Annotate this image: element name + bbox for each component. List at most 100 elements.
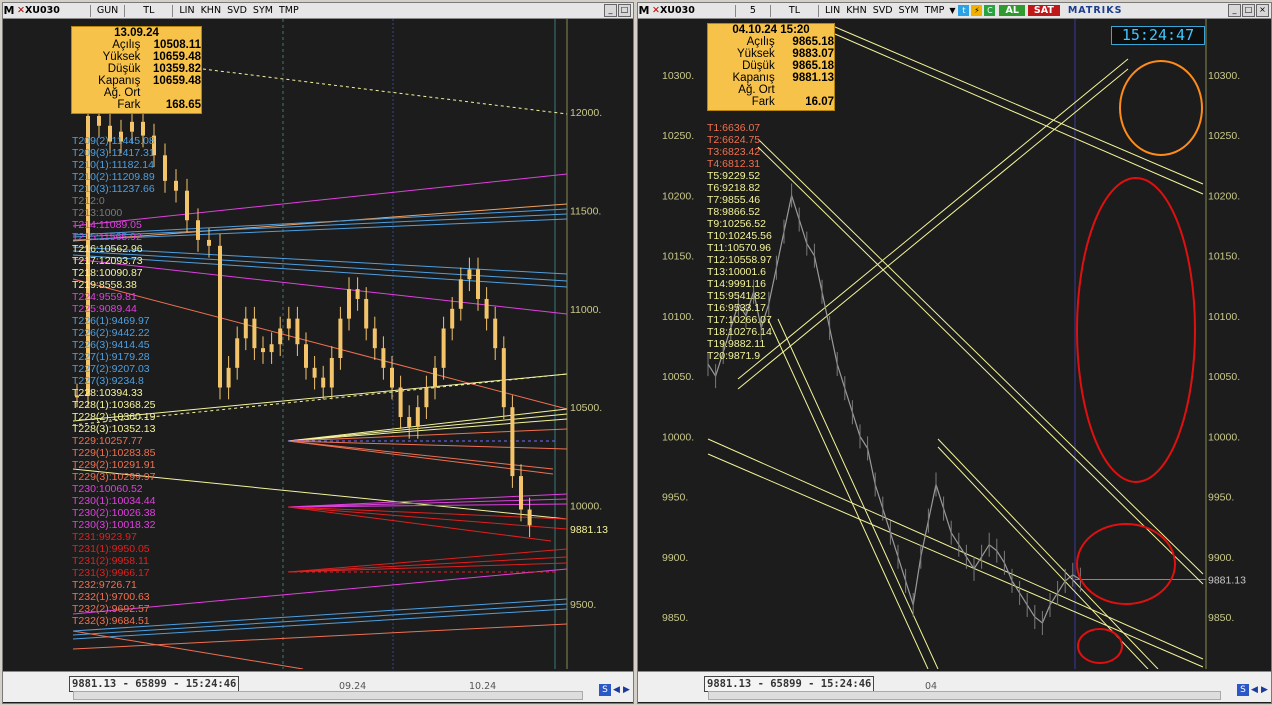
candle-body [390, 367, 394, 388]
svd-button[interactable]: SVD [870, 5, 896, 16]
info-row: Düşük 9865.18 [708, 60, 834, 72]
info-row: Kapanış 10659.48 [72, 75, 201, 87]
level-label: T213:1000 [72, 207, 123, 219]
time-scrollbar[interactable] [73, 691, 583, 700]
price-axis-label: 12000. [570, 107, 602, 119]
time-scrollbar[interactable] [708, 691, 1221, 700]
currency-button[interactable]: TL [140, 5, 157, 16]
level-label: T6:9218.82 [707, 182, 761, 194]
level-label: T228(3):10352.13 [72, 423, 156, 435]
price-axis-label: 10300. [1208, 70, 1240, 82]
red-ellipse [1076, 177, 1196, 483]
level-label: T3:6823.42 [707, 146, 761, 158]
sym-button[interactable]: SYM [896, 5, 922, 16]
khn-button[interactable]: KHN [198, 5, 224, 16]
reload-icon[interactable]: C [984, 5, 996, 16]
price-axis-label: 10200. [662, 190, 694, 202]
lin-button[interactable]: LIN [176, 5, 197, 16]
price-axis-label: 10150. [662, 251, 694, 263]
left-chart-area[interactable]: 12000. 11500. 11000. 10500. 10000. 9500. 9881.… [3, 19, 633, 669]
right-chart-area[interactable]: 10300. 10300. 10250. 10250. 10200. 10200. 1015… [638, 19, 1271, 669]
level-label: T228(2):10360.19 [72, 411, 156, 423]
menu-m-button[interactable]: M [638, 4, 650, 17]
candle-body [510, 407, 515, 477]
candle-body [450, 308, 455, 329]
level-label: T4:6812.31 [707, 158, 761, 170]
level-label: T229(1):10283.85 [72, 447, 156, 459]
candle-body [174, 180, 178, 191]
trend-line [827, 23, 1204, 185]
price-axis-label: 10250. [662, 130, 694, 142]
info-value: 168.65 [165, 99, 201, 111]
lightning-icon[interactable]: ⚡ [971, 5, 983, 16]
trend-line [937, 438, 1159, 669]
candle-body [433, 367, 437, 388]
currency-button[interactable]: TL [786, 5, 803, 16]
sym-button[interactable]: SYM [250, 5, 276, 16]
trend-line [707, 438, 1204, 660]
right-ohlc-info-box: 04.10.24 15:20 Açılış 9865.18 Yüksek 9883.0… [707, 23, 835, 111]
level-label: T210(2):11209.89 [72, 171, 155, 183]
period-button[interactable]: 5 [747, 5, 759, 16]
svd-button[interactable]: SVD [224, 5, 250, 16]
twitter-icon[interactable]: t [958, 5, 970, 16]
toolbar-divider [89, 4, 91, 17]
brand-logo: MATRIKS [1067, 5, 1123, 16]
level-label: T217:12093.73 [72, 255, 143, 267]
menu-m-button[interactable]: M [3, 4, 15, 17]
toolbar-divider [769, 4, 771, 17]
info-row: Fark 168.65 [72, 99, 201, 111]
symbol-selector[interactable]: ✕XU030 [17, 5, 60, 16]
candle-body [364, 298, 369, 329]
candle-body [130, 121, 134, 132]
info-row: Düşük 10359.82 [72, 63, 201, 75]
info-value: 9865.18 [792, 36, 834, 48]
refresh-icon[interactable]: S [599, 684, 611, 696]
buy-button[interactable]: AL [999, 5, 1025, 16]
refresh-icon[interactable]: S [1237, 684, 1249, 696]
info-row: Yüksek 9883.07 [708, 48, 834, 60]
tmp-button[interactable]: TMP [276, 5, 302, 16]
candle-body [286, 318, 291, 329]
toolbar-divider [734, 4, 736, 17]
minimize-icon[interactable]: _ [604, 4, 617, 17]
info-label: Fark [117, 99, 141, 111]
khn-button[interactable]: KHN [843, 5, 869, 16]
maximize-icon[interactable]: □ [618, 4, 631, 17]
sell-button[interactable]: SAT [1027, 5, 1060, 16]
tmp-button[interactable]: TMP [922, 5, 948, 16]
trend-line [287, 418, 568, 442]
scroll-right-icon[interactable]: ▶ [623, 684, 631, 696]
level-label: T219:8558.38 [72, 279, 137, 291]
minimize-icon[interactable]: _ [1228, 4, 1241, 17]
level-label: T227(2):9207.03 [72, 363, 150, 375]
level-label: T232(3):9684.51 [72, 615, 150, 627]
price-axis-label: 9950. [662, 492, 688, 504]
candle-body [484, 298, 489, 319]
period-button[interactable]: GUN [94, 5, 121, 16]
lin-button[interactable]: LIN [822, 5, 843, 16]
level-label: T214:11089.05 [72, 219, 142, 231]
scroll-left-icon[interactable]: ◀ [613, 684, 621, 696]
candle-body [424, 387, 429, 408]
dropdown-icon[interactable]: ▼ [949, 6, 955, 15]
left-ohlc-info-box: 13.09.24 Açılış 10508.11 Yüksek 10659.48 Düş… [71, 26, 202, 114]
maximize-icon[interactable]: □ [1242, 4, 1255, 17]
candle-body [501, 348, 506, 408]
trend-line [287, 413, 568, 442]
candle-body [163, 155, 167, 181]
scroll-left-icon[interactable]: ◀ [1251, 684, 1259, 696]
close-icon[interactable]: × [1256, 4, 1269, 17]
info-value: 10508.11 [153, 39, 201, 51]
trend-line [707, 453, 1204, 668]
price-axis-label: 9900. [662, 552, 688, 564]
candle-body [97, 115, 101, 126]
symbol-selector[interactable]: ✕XU030 [652, 5, 695, 16]
level-label: T210(3):11237.66 [72, 183, 155, 195]
info-value [779, 84, 834, 96]
level-label: T13:10001.6 [707, 266, 766, 278]
price-axis-label: 10100. [662, 311, 694, 323]
candle-body [407, 417, 412, 427]
level-label: T231:9923.97 [72, 531, 137, 543]
scroll-right-icon[interactable]: ▶ [1261, 684, 1269, 696]
